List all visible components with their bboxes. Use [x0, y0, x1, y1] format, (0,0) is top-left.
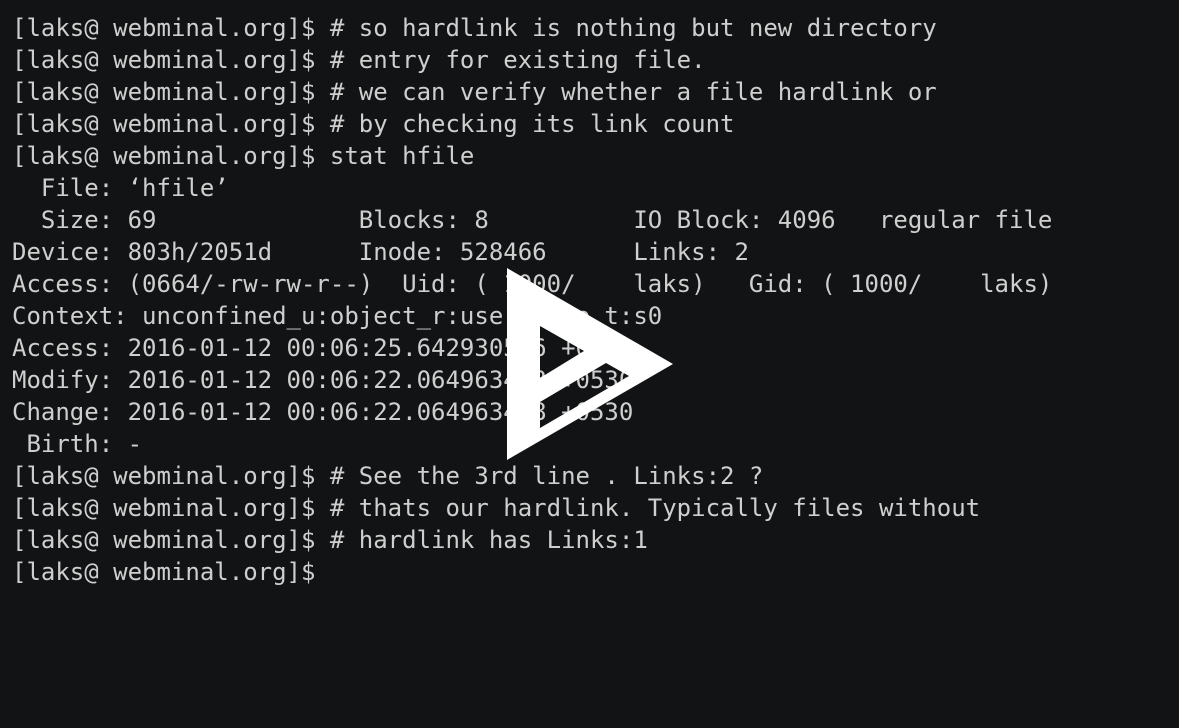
terminal-line: [laks@ webminal.org]$ # thats our hardli…	[12, 494, 981, 522]
terminal-window: [laks@ webminal.org]$ # so hardlink is n…	[0, 0, 1179, 728]
terminal-line: Device: 803h/2051d Inode: 528466 Links: …	[12, 238, 749, 266]
terminal-line: [laks@ webminal.org]$ # entry for existi…	[12, 46, 706, 74]
terminal-line: [laks@ webminal.org]$ stat hfile	[12, 142, 475, 170]
terminal-line: Size: 69 Blocks: 8 IO Block: 4096 regula…	[12, 206, 1053, 234]
asciinema-play-icon	[507, 268, 673, 460]
terminal-line: File: ‘hfile’	[12, 174, 229, 202]
terminal-prompt: [laks@ webminal.org]$	[12, 558, 330, 586]
play-button[interactable]	[507, 268, 673, 460]
terminal-line: [laks@ webminal.org]$ # See the 3rd line…	[12, 462, 764, 490]
terminal-line: [laks@ webminal.org]$ # so hardlink is n…	[12, 14, 937, 42]
terminal-line: [laks@ webminal.org]$ # by checking its …	[12, 110, 735, 138]
terminal-line: [laks@ webminal.org]$ # we can verify wh…	[12, 78, 937, 106]
terminal-line: [laks@ webminal.org]$ # hardlink has Lin…	[12, 526, 648, 554]
